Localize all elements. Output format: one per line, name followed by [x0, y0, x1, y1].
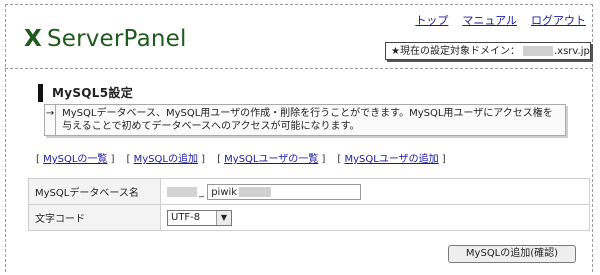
redacted-domain [522, 46, 553, 56]
serverpanel-logo: X ServerPanel [24, 26, 187, 52]
redacted-db-suffix [239, 186, 272, 197]
charset-value: UTF-8 [171, 211, 201, 223]
domain-suffix: .xsrv.jp [553, 46, 590, 57]
charset-label: 文字コード [28, 204, 161, 231]
link-item: [ MySQLユーザの追加 ] [337, 154, 446, 165]
current-domain-box: ★現在の設定対象ドメイン： .xsrv.jp [385, 42, 591, 60]
chevron-down-icon[interactable]: ▼ [216, 210, 231, 225]
info-notice: → MySQLデータベース、MySQL用ユーザの作成・削除を行うことができます。… [44, 104, 566, 136]
db-name-value: piwik [211, 186, 238, 198]
header-divider [5, 68, 593, 69]
link-item: [ MySQLの一覧 ] [36, 154, 115, 165]
charset-cell: UTF-8 ▼ [160, 204, 590, 231]
arrow-icon: → [45, 105, 57, 135]
db-name-cell: _ piwik [160, 178, 590, 205]
redacted-db-prefix [167, 186, 197, 197]
top-nav: トップ マニュアル ログアウト [415, 12, 586, 28]
db-separator: _ [199, 186, 204, 198]
mysql-user-add-link[interactable]: MySQLユーザの追加 [344, 154, 438, 165]
add-db-form: MySQLデータベース名 _ piwik 文字コード UTF-8 ▼ [28, 178, 590, 231]
domain-label: ★現在の設定対象ドメイン： [391, 46, 520, 57]
nav-logout-link[interactable]: ログアウト [531, 12, 586, 28]
charset-row: 文字コード UTF-8 ▼ [28, 204, 590, 231]
db-name-row: MySQLデータベース名 _ piwik [28, 178, 590, 205]
mysql-user-list-link[interactable]: MySQLユーザの一覧 [224, 154, 318, 165]
section-title: MySQL5設定 [38, 84, 588, 102]
nav-top-link[interactable]: トップ [415, 12, 448, 28]
logo-text: ServerPanel [46, 26, 187, 52]
link-item: [ MySQLの追加 ] [126, 154, 206, 165]
charset-select[interactable]: UTF-8 ▼ [167, 209, 232, 226]
notice-text: MySQLデータベース、MySQL用ユーザの作成・削除を行うことができます。My… [62, 108, 553, 132]
add-mysql-confirm-button[interactable]: MySQLの追加(確認) [448, 245, 576, 263]
link-item: [ MySQLユーザの一覧 ] [217, 154, 326, 165]
mysql-list-link[interactable]: MySQLの一覧 [43, 154, 107, 165]
mysql-section: MySQL5設定 → MySQLデータベース、MySQL用ユーザの作成・削除を行… [38, 84, 588, 136]
db-name-label: MySQLデータベース名 [28, 178, 161, 205]
mysql-add-link[interactable]: MySQLの追加 [134, 154, 198, 165]
logo-mark: X [24, 26, 42, 52]
db-name-input[interactable]: piwik [207, 183, 362, 200]
nav-manual-link[interactable]: マニュアル [462, 12, 517, 28]
sub-nav-links: [ MySQLの一覧 ] [ MySQLの追加 ] [ MySQLユーザの一覧 … [36, 150, 446, 165]
